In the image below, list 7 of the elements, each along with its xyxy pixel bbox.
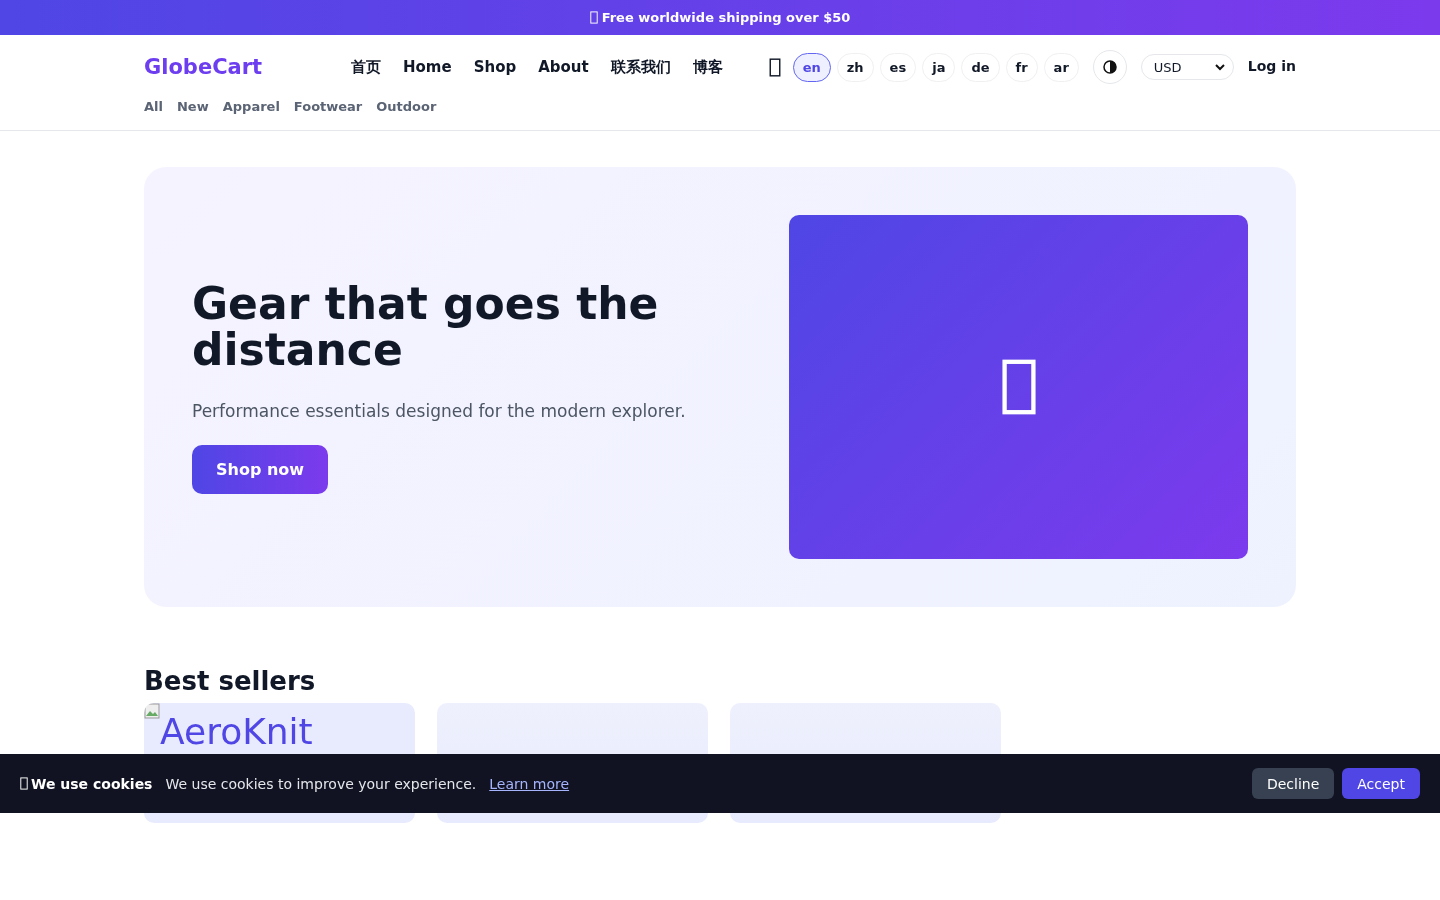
section-title: Best sellers — [144, 665, 317, 698]
hero-subtitle: Performance essentials designed for the modern explorer. — [192, 400, 687, 421]
announcement-text: Free worldwide shipping over $50 — [601, 10, 851, 25]
cookie-title: We use cookies — [31, 775, 153, 792]
image-alt-text: AeroKnit — [160, 711, 313, 753]
hero-title: Gear that goes the distance — [192, 280, 660, 373]
cookie-text: We use cookies to improve your experience. — [165, 775, 477, 792]
